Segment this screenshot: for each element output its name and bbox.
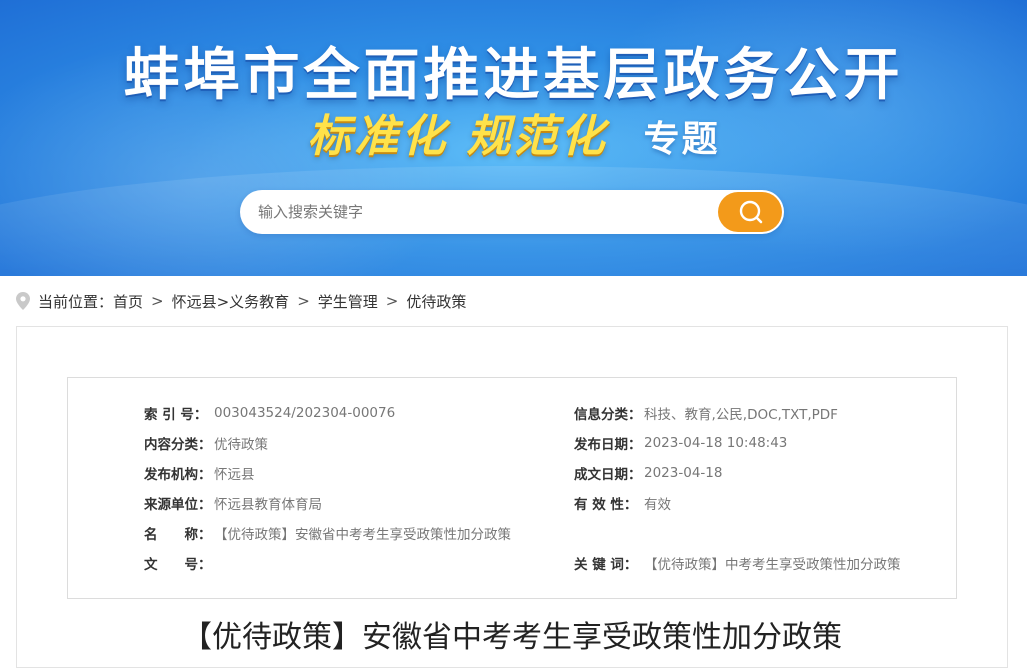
meta-label: 发布机构： [144,467,212,483]
meta-value: 003043524/202304-00076 [214,405,396,421]
meta-label: 名 称： [144,527,212,543]
meta-value: 有效 [644,497,671,513]
breadcrumb-separator: > [385,292,399,310]
banner-subtitle-white: 专题 [643,119,720,160]
meta-value: 优待政策 [214,437,268,453]
breadcrumb-preferential-policy[interactable]: 优待政策 [406,291,466,312]
meta-label: 成文日期： [574,467,642,483]
search-icon [739,200,763,224]
meta-value: 怀远县教育体育局 [214,497,322,513]
meta-index-no: 索 引 号： 003043524/202304-00076 [144,403,395,423]
breadcrumb-separator: > [151,292,164,310]
meta-label: 来源单位： [144,497,212,513]
content-panel: 索 引 号： 003043524/202304-00076 内容分类： 优待政策… [16,326,1008,668]
breadcrumb-separator: > [297,292,310,310]
meta-value: 【优待政策】安徽省中考考生享受政策性加分政策 [214,527,511,543]
header-banner: 蚌埠市全面推进基层政务公开 标准化 规范化 专题 [0,0,1027,276]
meta-label: 发布日期： [574,437,642,453]
breadcrumb-education[interactable]: 怀远县>义务教育 [172,291,290,312]
article-title: 【优待政策】安徽省中考考生享受政策性加分政策 [182,620,842,655]
meta-source: 来源单位： 怀远县教育体育局 [144,493,322,513]
breadcrumb-prefix: 当前位置： [38,292,114,311]
banner-subtitle: 标准化 规范化 专题 [0,100,1027,164]
location-pin-icon [16,292,30,310]
meta-name: 名 称： 【优待政策】安徽省中考考生享受政策性加分政策 [144,523,511,543]
breadcrumb-home[interactable]: 首页 [113,291,143,312]
search-input[interactable] [240,190,718,234]
banner-title: 蚌埠市全面推进基层政务公开 [123,43,904,108]
metadata-table: 索 引 号： 003043524/202304-00076 内容分类： 优待政策… [67,377,957,599]
meta-validity: 有 效 性： 有效 [574,493,671,513]
search-bar [240,190,784,234]
meta-label: 文 号： [144,557,212,573]
breadcrumb: 当前位置： 首页 > 怀远县>义务教育 > 学生管理 > 优待政策 [16,288,466,314]
meta-label: 关 键 词： [574,557,638,573]
meta-publish-date: 发布日期： 2023-04-18 10:48:43 [574,433,787,453]
search-button[interactable] [718,192,782,232]
meta-label: 内容分类： [144,437,212,453]
meta-publisher: 发布机构： 怀远县 [144,463,255,483]
meta-value: 2023-04-18 10:48:43 [644,435,788,451]
meta-value: 怀远县 [214,467,255,483]
meta-doc-no: 文 号： [144,553,214,573]
meta-value: 【优待政策】中考考生享受政策性加分政策 [644,557,901,573]
meta-label: 索 引 号： [144,407,208,423]
breadcrumb-student-management[interactable]: 学生管理 [318,291,378,312]
meta-written-date: 成文日期： 2023-04-18 [574,463,722,483]
meta-label: 信息分类： [574,407,642,423]
meta-info-class: 信息分类： 科技、教育,公民,DOC,TXT,PDF [574,403,838,423]
meta-keywords: 关 键 词： 【优待政策】中考考生享受政策性加分政策 [574,553,901,573]
meta-value: 2023-04-18 [644,465,723,481]
meta-value: 科技、教育,公民,DOC,TXT,PDF [644,407,838,423]
meta-label: 有 效 性： [574,497,638,513]
banner-subtitle-gold: 标准化 规范化 [307,111,608,162]
meta-content-class: 内容分类： 优待政策 [144,433,268,453]
